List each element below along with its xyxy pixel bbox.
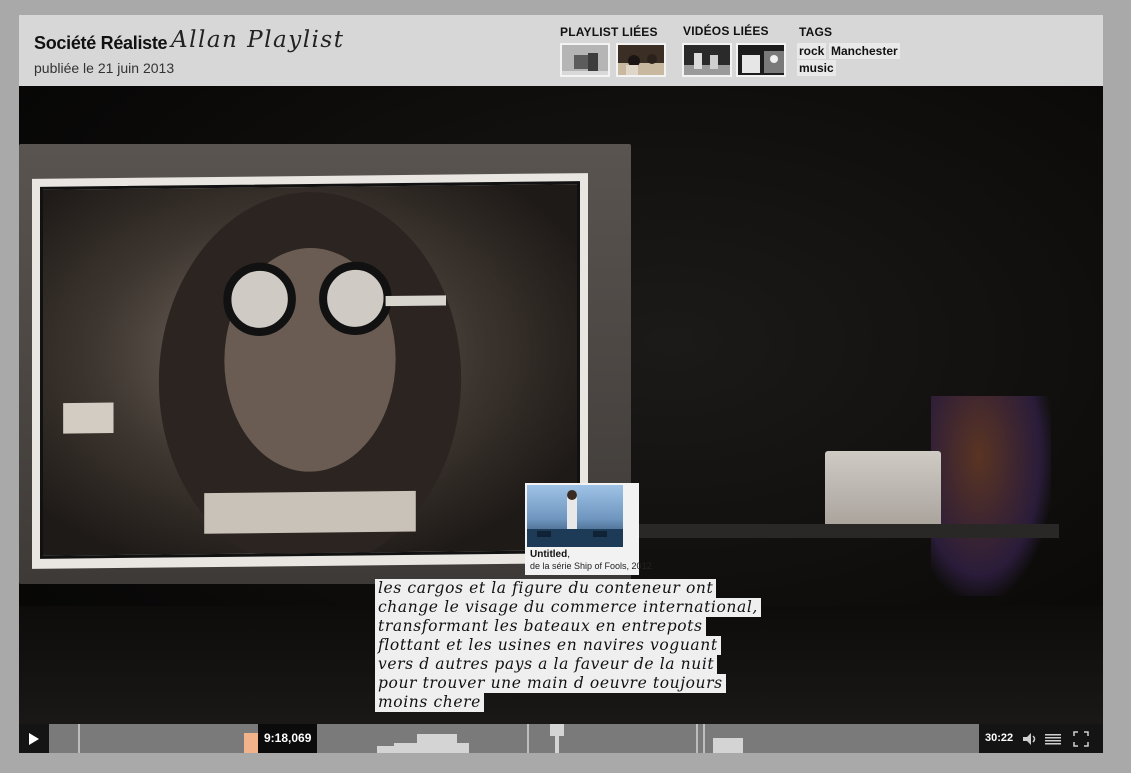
tag-music[interactable]: music [797, 60, 836, 76]
artwork-caption-card[interactable]: Untitled, de la série Ship of Fools, 201… [525, 483, 654, 575]
tag-rock[interactable]: rock [797, 43, 827, 59]
chapter-tick [703, 724, 705, 753]
related-playlist-thumb-2[interactable] [616, 43, 666, 77]
play-icon [29, 732, 39, 745]
chapter-block [417, 734, 457, 743]
publication-date: publiée le 21 juin 2013 [34, 60, 175, 76]
playlist-name: Allan Playlist [171, 27, 345, 53]
brand-title[interactable]: Société Réaliste [34, 33, 168, 54]
play-button[interactable] [19, 724, 49, 753]
subtitle-box: les cargos et la figure du conteneur ont… [375, 579, 805, 712]
related-video-thumb-2[interactable] [736, 43, 786, 77]
artwork-thumbnail [527, 485, 623, 547]
artwork-title: Untitled, [530, 549, 570, 560]
tag-manchester[interactable]: Manchester [829, 43, 900, 59]
video-viewport[interactable]: Untitled, de la série Ship of Fools, 201… [19, 86, 1103, 724]
desk [619, 524, 1059, 538]
related-videos-title: VIDÉOS LIÉES [683, 24, 769, 38]
related-playlist-thumb-1[interactable] [560, 43, 610, 77]
artwork-series: de la série Ship of Fools, 2012. [530, 561, 655, 571]
projected-portrait [40, 181, 580, 569]
playhead-marker[interactable] [244, 733, 258, 753]
chapter-tick [78, 724, 80, 753]
laptop [825, 451, 941, 527]
subtitles-icon[interactable] [1045, 731, 1061, 747]
timeline-scrubber[interactable]: 9:18,069 [49, 724, 979, 753]
tags-title: TAGS [799, 25, 833, 39]
video-player-frame: Société Réaliste Allan Playlist publiée … [19, 15, 1103, 753]
current-time: 9:18,069 [258, 724, 318, 753]
subtitle-line: les cargos et la figure du conteneur ont [375, 579, 717, 598]
subtitle-line: pour trouver une main d oeuvre toujours [375, 674, 726, 693]
subtitle-line: transformant les bateaux en entrepots [375, 617, 706, 636]
subtitle-line: moins chere [375, 693, 484, 712]
chapter-tick [696, 724, 698, 753]
fullscreen-icon[interactable] [1073, 731, 1089, 747]
related-playlists-title: PLAYLIST LIÉES [560, 25, 658, 39]
duration: 30:22 [985, 732, 1014, 744]
subtitle-line: flottant et les usines en navires voguan… [375, 636, 721, 655]
chapter-block [555, 736, 559, 753]
chapter-block [713, 738, 743, 753]
chapter-tick [527, 724, 529, 753]
player-controls: 9:18,069 30:22 [19, 724, 1103, 753]
related-video-thumb-1[interactable] [682, 43, 732, 77]
speaker [931, 396, 1051, 596]
projected-photo [32, 173, 588, 569]
subtitle-line: change le visage du commerce internation… [375, 598, 761, 617]
chapter-block [377, 746, 417, 753]
subtitle-line: vers d autres pays a la faveur de la nui… [375, 655, 718, 674]
chapter-block [550, 724, 564, 736]
header-bar: Société Réaliste Allan Playlist publiée … [19, 15, 1103, 86]
volume-icon[interactable] [1022, 731, 1038, 747]
